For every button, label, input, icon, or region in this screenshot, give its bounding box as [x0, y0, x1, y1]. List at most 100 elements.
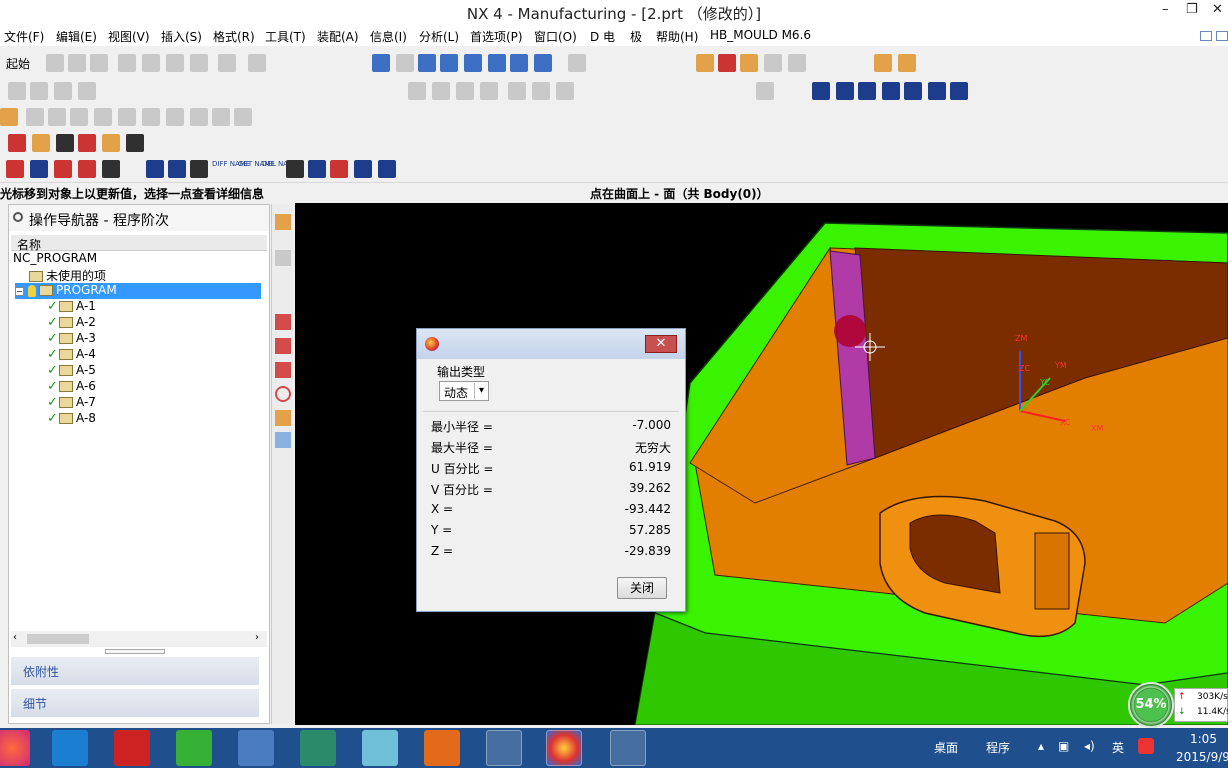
- layer4-icon[interactable]: [882, 82, 900, 100]
- cam9-icon[interactable]: [286, 160, 304, 178]
- remote-desktop-icon[interactable]: [238, 730, 274, 766]
- pan-icon[interactable]: [488, 54, 506, 72]
- menu-tools[interactable]: 工具(T): [265, 28, 306, 45]
- network-gauge[interactable]: 54%: [1128, 682, 1174, 728]
- mold5-icon[interactable]: [102, 134, 120, 152]
- edit-feature6-icon[interactable]: [532, 82, 550, 100]
- menu-preferences[interactable]: 首选项(P): [470, 28, 523, 45]
- select-edge-icon[interactable]: [764, 54, 782, 72]
- menu-analysis[interactable]: 分析(L): [419, 28, 459, 45]
- feature2-icon[interactable]: [30, 82, 48, 100]
- curve7-icon[interactable]: [142, 108, 160, 126]
- delete-icon[interactable]: [190, 54, 208, 72]
- cam4-icon[interactable]: [78, 160, 96, 178]
- feature4-icon[interactable]: [78, 82, 96, 100]
- layer5-icon[interactable]: [904, 82, 922, 100]
- cam10-icon[interactable]: [308, 160, 326, 178]
- cam7-icon[interactable]: [168, 160, 186, 178]
- undo-icon[interactable]: [218, 54, 236, 72]
- spline-icon[interactable]: [275, 362, 291, 378]
- layer-icon[interactable]: [812, 82, 830, 100]
- measure-distance-icon[interactable]: [874, 54, 892, 72]
- network-icon[interactable]: ▣: [1058, 739, 1069, 753]
- rotate-icon[interactable]: [464, 54, 482, 72]
- edit-feature2-icon[interactable]: [432, 82, 450, 100]
- menu-insert[interactable]: 插入(S): [161, 28, 202, 45]
- edit-feature7-icon[interactable]: [556, 82, 574, 100]
- curve9-icon[interactable]: [190, 108, 208, 126]
- view-triad-icon[interactable]: [756, 82, 774, 100]
- history-icon[interactable]: [275, 250, 291, 266]
- cam11-icon[interactable]: [330, 160, 348, 178]
- tree-op-a5[interactable]: ✓ A-5: [47, 363, 96, 379]
- program-label[interactable]: 程序: [986, 739, 1010, 756]
- tab-dependency[interactable]: 依附性: [11, 657, 259, 685]
- curve4-icon[interactable]: [70, 108, 88, 126]
- pencil-icon[interactable]: [275, 410, 291, 426]
- layer7-icon[interactable]: [950, 82, 968, 100]
- mold6-icon[interactable]: [126, 134, 144, 152]
- desktop-label[interactable]: 桌面: [934, 739, 958, 756]
- restore-doc-icon[interactable]: [1200, 31, 1212, 41]
- cam2-icon[interactable]: [30, 160, 48, 178]
- close-window-button[interactable]: ✕: [1212, 2, 1223, 17]
- layer2-icon[interactable]: [836, 82, 854, 100]
- cam12-icon[interactable]: [354, 160, 372, 178]
- clock-time[interactable]: 1:05: [1190, 732, 1217, 746]
- tree-root[interactable]: NC_PROGRAM: [13, 251, 97, 267]
- cam13-icon[interactable]: [378, 160, 396, 178]
- menu-file[interactable]: 文件(F): [4, 28, 44, 45]
- explorer-icon[interactable]: [362, 730, 398, 766]
- curve2-icon[interactable]: [26, 108, 44, 126]
- edit-feature5-icon[interactable]: [508, 82, 526, 100]
- cam5-icon[interactable]: [102, 160, 120, 178]
- snap-point-icon[interactable]: [696, 54, 714, 72]
- start-orb-icon[interactable]: [0, 730, 30, 766]
- tree-program[interactable]: − PROGRAM: [15, 283, 261, 299]
- feature-icon[interactable]: [8, 82, 26, 100]
- edit-feature-icon[interactable]: [408, 82, 426, 100]
- line-icon[interactable]: [275, 314, 291, 330]
- sogou-icon[interactable]: [1138, 738, 1154, 754]
- roles-icon[interactable]: [275, 432, 291, 448]
- column-header-name[interactable]: 名称: [11, 235, 267, 252]
- tree-op-a1[interactable]: ✓ A-1: [47, 299, 96, 315]
- tree-op-a7[interactable]: ✓ A-7: [47, 395, 96, 411]
- select-body-icon[interactable]: [788, 54, 806, 72]
- curve10-icon[interactable]: [212, 108, 230, 126]
- select-face-icon[interactable]: [740, 54, 758, 72]
- save-icon[interactable]: [90, 54, 108, 72]
- show-hidden-icon[interactable]: ▴: [1038, 739, 1044, 753]
- dialog-close-button[interactable]: ✕: [645, 335, 677, 353]
- zoom-window-icon[interactable]: [396, 54, 414, 72]
- select-filter-icon[interactable]: [718, 54, 736, 72]
- menu-help[interactable]: 帮助(H): [656, 28, 698, 45]
- menu-pole[interactable]: 极: [630, 28, 642, 45]
- volume-icon[interactable]: ◂): [1084, 739, 1095, 753]
- measure-angle-icon[interactable]: [898, 54, 916, 72]
- output-type-select[interactable]: 动态 ▾: [439, 381, 489, 401]
- chevron-down-icon[interactable]: ▾: [474, 383, 488, 399]
- horizontal-scrollbar[interactable]: ‹ ›: [11, 631, 267, 647]
- pin-icon[interactable]: [13, 212, 23, 222]
- start-button[interactable]: 起始: [6, 55, 30, 72]
- menu-info[interactable]: 信息(I): [370, 28, 407, 45]
- new-icon[interactable]: [46, 54, 64, 72]
- tree-op-a6[interactable]: ✓ A-6: [47, 379, 96, 395]
- close-button[interactable]: 关闭: [617, 577, 667, 599]
- powerpoint-icon[interactable]: [424, 730, 460, 766]
- menu-format[interactable]: 格式(R): [213, 28, 255, 45]
- cam-icon[interactable]: [6, 160, 24, 178]
- curve-icon[interactable]: [0, 108, 18, 126]
- scroll-left-icon[interactable]: ‹: [13, 632, 17, 643]
- render-style-icon[interactable]: [534, 54, 552, 72]
- cam3-icon[interactable]: [54, 160, 72, 178]
- zoom-in-out-icon[interactable]: [440, 54, 458, 72]
- autocad-icon[interactable]: [300, 730, 336, 766]
- clock-date[interactable]: 2015/9/9: [1176, 750, 1228, 764]
- curve8-icon[interactable]: [166, 108, 184, 126]
- circle-icon[interactable]: [275, 386, 291, 402]
- menu-edit[interactable]: 编辑(E): [56, 28, 97, 45]
- zoom-icon[interactable]: [418, 54, 436, 72]
- menu-assembly[interactable]: 装配(A): [317, 28, 359, 45]
